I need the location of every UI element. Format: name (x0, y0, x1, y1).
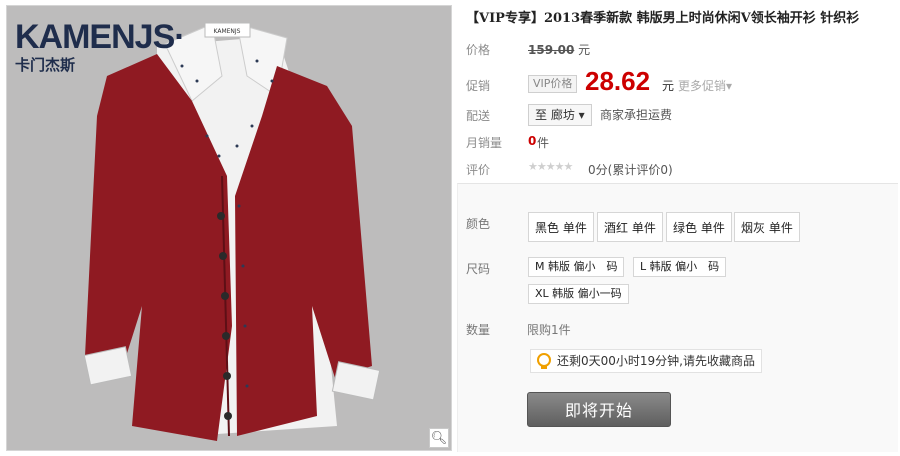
countdown-text: 还剩0天00小时19分钟,请先收藏商品 (557, 354, 755, 368)
promo-price-currency: 元 (662, 79, 675, 93)
color-option-smoke-grey[interactable]: 烟灰 单件 (734, 212, 800, 242)
size-option-l[interactable]: L 韩版 偏小 码 (633, 257, 727, 277)
lightbulb-icon (537, 353, 551, 369)
shipping-fee-note: 商家承担运费 (600, 108, 673, 122)
color-option-black[interactable]: 黑色 单件 (528, 212, 594, 242)
purchase-limit: 限购1件 (527, 323, 571, 337)
promo-label: 促销 (466, 79, 491, 93)
original-price-value: 159.00 (528, 43, 575, 57)
size-option-m[interactable]: M 韩版 偏小 码 (528, 257, 625, 277)
magnifier-icon[interactable]: 🔍︎ (429, 428, 449, 448)
brand-name-en: KAMENJS· (15, 18, 186, 56)
coming-soon-button[interactable]: 即将开始 (527, 392, 671, 427)
product-title: 【VIP专享】2013春季新款 韩版男上时尚休闲V领长袖开衫 针织衫 (466, 11, 860, 26)
promo-price-value: 28.62 (585, 66, 651, 96)
shipping-label: 配送 (466, 109, 491, 123)
countdown-tip: 还剩0天00小时19分钟,请先收藏商品 (530, 349, 762, 373)
shipping-destination-value: 至 廊坊 (535, 108, 575, 122)
product-image[interactable]: KAMENJS KAMENJS· 卡门杰斯 🔍︎ (6, 5, 452, 451)
shipping-destination-select[interactable]: 至 廊坊 ▾ (528, 104, 592, 126)
price-label: 价格 (466, 43, 491, 57)
collar-tag-text: KAMENJS (214, 28, 241, 35)
brand-logo: KAMENJS· 卡门杰斯 (15, 18, 186, 74)
monthly-sales-unit: 件 (537, 136, 550, 150)
monthly-sales-count: 0 (528, 134, 537, 148)
monthly-sales-label: 月销量 (466, 136, 503, 150)
chevron-down-icon: ▾ (726, 79, 733, 93)
brand-name-cn: 卡门杰斯 (15, 56, 76, 74)
quantity-label: 数量 (466, 323, 491, 337)
rating-summary[interactable]: 0分(累计评价0) (588, 161, 673, 178)
chevron-down-icon: ▾ (578, 108, 585, 122)
original-price: 159.00 元 (528, 41, 590, 58)
color-option-green[interactable]: 绿色 单件 (666, 212, 732, 242)
vip-price-badge: VIP价格 (528, 75, 578, 93)
more-promotions-label: 更多促销 (678, 79, 727, 93)
color-label: 颜色 (466, 217, 491, 231)
size-option-xl[interactable]: XL 韩版 偏小一码 (528, 284, 629, 304)
original-price-currency: 元 (578, 43, 591, 57)
review-label: 评价 (466, 163, 491, 177)
color-option-wine-red[interactable]: 酒红 单件 (597, 212, 663, 242)
more-promotions-link[interactable]: 更多促销▾ (678, 77, 732, 94)
rating-stars: ★★★★★ (528, 160, 573, 173)
size-label: 尺码 (466, 262, 491, 276)
